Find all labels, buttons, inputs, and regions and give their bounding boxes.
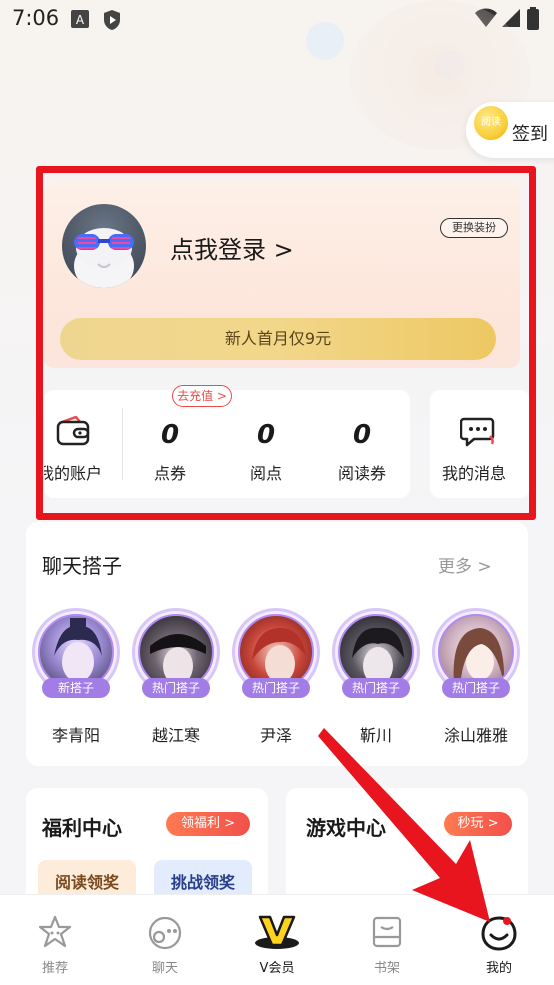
get-welfare-button[interactable]: 领福利 > (166, 812, 250, 836)
instant-play-button[interactable]: 秒玩 > (444, 812, 512, 836)
checkin-label: 签到 (512, 124, 548, 145)
tab-recommend[interactable]: 推荐 (0, 895, 110, 985)
chat-partners-card: 聊天搭子 更多 > 新搭子 李青阳 热门搭子 越江寒 热门搭子 尹泽 热门搭子 … (26, 522, 528, 766)
battery-icon (527, 7, 539, 30)
tab-label: V会员 (259, 961, 295, 976)
annotation-highlight-box (36, 166, 536, 520)
tab-me[interactable]: 我的 (444, 895, 554, 985)
welfare-center-title: 福利中心 (42, 816, 122, 840)
partner-card[interactable]: 热门搭子 越江寒 (128, 608, 224, 745)
decor-bubble (306, 22, 344, 60)
star-face-icon (38, 915, 72, 948)
checkin-button[interactable]: 阅读 签到 (466, 102, 554, 158)
game-center-card[interactable]: 游戏中心 秒玩 > (286, 788, 528, 908)
svg-text:A: A (76, 13, 85, 27)
tab-vip[interactable]: V会员 (222, 895, 332, 985)
partner-card[interactable]: 新搭子 李青阳 (28, 608, 124, 745)
tab-bookshelf[interactable]: 书架 (332, 895, 442, 985)
welfare-center-card[interactable]: 福利中心 领福利 > 阅读领奖 挑战领奖 (26, 788, 268, 908)
partner-tag: 热门搭子 (242, 678, 310, 698)
partner-name: 靳川 (359, 726, 392, 745)
partner-card[interactable]: 热门搭子 靳川 (328, 608, 424, 745)
partner-name: 越江寒 (151, 726, 200, 745)
partner-card[interactable]: 热门搭子 涂山雅雅 (428, 608, 524, 745)
shield-play-icon (104, 10, 120, 30)
tab-label: 聊天 (151, 961, 178, 976)
game-center-title: 游戏中心 (306, 816, 386, 840)
tab-chat[interactable]: 聊天 (110, 895, 220, 985)
partner-tag: 新搭子 (42, 678, 110, 698)
bottom-tab-bar: 推荐 聊天 V会员 书架 我的 (0, 894, 554, 985)
partner-name: 尹泽 (259, 726, 292, 745)
keyboard-notification-icon: A (71, 10, 89, 28)
tab-label: 书架 (373, 961, 400, 976)
tab-label: 推荐 (41, 961, 68, 976)
chat-more-link[interactable]: 更多 > (438, 552, 492, 577)
partner-name: 涂山雅雅 (443, 726, 508, 745)
chat-partners-title: 聊天搭子 (42, 554, 122, 578)
vip-v-icon (255, 915, 299, 949)
partner-tag: 热门搭子 (142, 678, 210, 698)
partner-card[interactable]: 热门搭子 尹泽 (228, 608, 324, 745)
partner-tag: 热门搭子 (342, 678, 410, 698)
me-face-icon (481, 916, 517, 951)
status-time: 7:06 (12, 6, 60, 30)
partner-name: 李青阳 (51, 726, 100, 745)
chat-face-icon (148, 916, 182, 950)
partner-tag: 热门搭子 (442, 678, 510, 698)
coin-icon: 阅读 (474, 106, 508, 140)
tab-label: 我的 (485, 961, 512, 976)
bookshelf-icon (372, 916, 402, 948)
